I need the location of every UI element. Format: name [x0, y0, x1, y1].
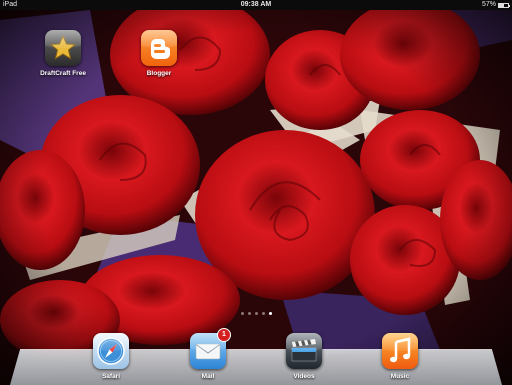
app-draftcraft[interactable]: DraftCraft Free [33, 30, 93, 77]
status-bar: iPad 09:38 AM 57% [0, 0, 512, 10]
battery-icon [498, 2, 510, 8]
blogger-icon[interactable] [141, 30, 177, 66]
app-label: Mail [201, 373, 215, 380]
app-label: Safari [101, 373, 121, 380]
mail-envelope-icon[interactable]: 1 [190, 328, 231, 369]
dock-app-music[interactable]: Music [370, 333, 430, 380]
clapperboard-icon[interactable] [286, 333, 322, 369]
clock: 09:38 AM [240, 1, 272, 8]
page-dot[interactable] [254, 312, 258, 315]
app-label: Music [390, 373, 410, 380]
app-label: DraftCraft Free [40, 70, 86, 77]
battery-percent: 57% [481, 1, 496, 8]
page-dot-active[interactable] [268, 312, 272, 315]
app-blogger[interactable]: Blogger [129, 30, 189, 77]
mail-unread-badge: 1 [217, 328, 231, 342]
dock-app-videos[interactable]: Videos [274, 333, 334, 380]
page-dot[interactable] [247, 312, 251, 315]
page-indicator[interactable] [0, 312, 512, 315]
page-dot[interactable] [261, 312, 265, 315]
star-icon[interactable] [45, 30, 81, 66]
app-label: Videos [293, 373, 315, 380]
page-dot[interactable] [240, 312, 244, 315]
dock-app-mail[interactable]: 1 Mail [178, 328, 238, 380]
music-note-icon[interactable] [382, 333, 418, 369]
app-label: Blogger [146, 70, 172, 77]
battery-indicator: 57% [481, 0, 510, 10]
dock-app-safari[interactable]: Safari [81, 333, 141, 380]
safari-compass-icon[interactable] [93, 333, 129, 369]
